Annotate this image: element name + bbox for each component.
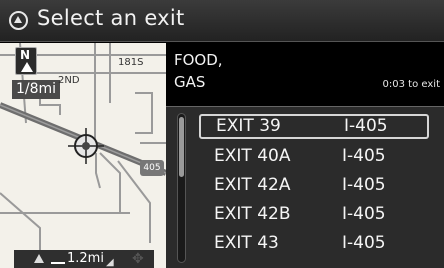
- exit-row[interactable]: EXIT 43 I-405: [199, 231, 429, 256]
- exit-highway: I-405: [342, 175, 386, 195]
- category-label: FOOD, GAS: [174, 49, 223, 93]
- exit-name: EXIT 40A: [214, 146, 291, 166]
- heading-icon: [34, 254, 44, 263]
- map-view[interactable]: N 1/8mi 181S 2ND 405 1.2mi ◢ ✥: [0, 43, 166, 268]
- scale-bar: [51, 262, 65, 264]
- exit-row[interactable]: EXIT 40A I-405: [199, 144, 429, 169]
- vehicle-position-icon: [68, 128, 104, 164]
- exit-highway: I-405: [344, 116, 388, 136]
- exit-highway: I-405: [342, 204, 386, 224]
- eta-text: 0:03 to exit: [382, 79, 440, 90]
- highway-shield-405: 405: [140, 160, 164, 176]
- exit-highway: I-405: [342, 146, 386, 166]
- exit-panel: FOOD, GAS 0:03 to exit EXIT 39 I-405 EXI…: [166, 43, 444, 268]
- page-title: Select an exit: [37, 6, 185, 30]
- exit-row[interactable]: EXIT 42A I-405: [199, 173, 429, 198]
- scrollbar-thumb[interactable]: [179, 117, 184, 177]
- north-arrow-icon: [21, 62, 33, 72]
- map-label-2nd: 2ND: [58, 75, 80, 86]
- north-up-icon[interactable]: N: [15, 47, 37, 75]
- exit-name: EXIT 42B: [214, 204, 291, 224]
- exit-name: EXIT 39: [216, 116, 281, 136]
- arrow-icon: ◢: [106, 257, 114, 268]
- exit-list: EXIT 39 I-405 EXIT 40A I-405 EXIT 42A I-…: [166, 106, 444, 268]
- exit-row[interactable]: EXIT 42B I-405: [199, 202, 429, 227]
- category-line2: GAS: [174, 73, 206, 91]
- map-label-181: 181S: [118, 57, 144, 68]
- exit-row-selected[interactable]: EXIT 39 I-405: [199, 114, 429, 139]
- category-line1: FOOD,: [174, 51, 223, 69]
- exit-name: EXIT 42A: [214, 175, 291, 195]
- header-bar: Select an exit: [0, 0, 444, 42]
- back-circle-icon[interactable]: [9, 11, 28, 30]
- scale-distance: 1.2mi: [67, 251, 104, 266]
- scrollbar[interactable]: [177, 113, 186, 263]
- north-label: N: [20, 48, 31, 62]
- exit-name: EXIT 43: [214, 233, 279, 253]
- nav-screen: Select an exit N 1/8mi 181S 2ND 405 1.2m…: [0, 0, 444, 268]
- exit-highway: I-405: [342, 233, 386, 253]
- map-scale: 1/8mi: [12, 80, 61, 99]
- compass-icon: ✥: [132, 251, 144, 267]
- map-status-bar: 1.2mi ◢ ✥: [14, 250, 154, 268]
